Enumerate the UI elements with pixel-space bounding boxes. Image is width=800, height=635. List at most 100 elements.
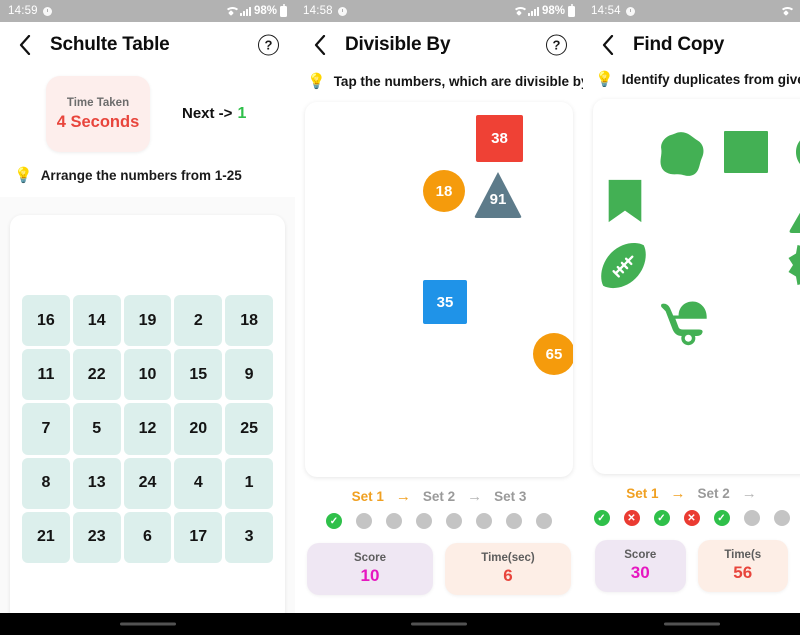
score-value: 10 (360, 566, 380, 585)
help-icon[interactable]: ? (546, 34, 567, 56)
gesture-handle[interactable] (119, 622, 176, 626)
schulte-grid: 16 14 19 2 18 11 22 10 15 9 7 5 12 20 25 8 13 24 4 1 21 23 6 17… (22, 295, 273, 563)
starburst-icon[interactable] (787, 239, 800, 289)
circle-65[interactable]: 65 (533, 333, 573, 375)
check-icon: ✓ (653, 510, 670, 526)
schulte-cell-14[interactable]: 14 (72, 295, 121, 347)
next-indicator: Next -> 1 (182, 105, 246, 123)
progress-dot (416, 513, 432, 529)
square-38[interactable]: 38 (476, 115, 523, 162)
schulte-cell-16[interactable]: 16 (22, 295, 70, 347)
set-arrow-icon: → (395, 488, 411, 505)
moon-icon[interactable] (787, 127, 800, 177)
schulte-cell-1[interactable]: 1 (225, 457, 273, 509)
next-number: 1 (237, 105, 247, 122)
schulte-cell-19[interactable]: 19 (123, 295, 172, 347)
page-title: Find Copy (633, 34, 725, 55)
progress-dots-row: ✓ (295, 513, 583, 529)
gesture-handle[interactable] (411, 622, 467, 626)
status-bar: 14:54 (583, 0, 800, 22)
wheelbarrow-icon[interactable] (657, 295, 711, 349)
battery-percent: 98% (253, 5, 277, 17)
schulte-cell-13[interactable]: 13 (72, 457, 121, 509)
time-value: 56 (733, 563, 753, 582)
schulte-cell-21[interactable]: 21 (22, 511, 70, 563)
schulte-cell-7[interactable]: 7 (22, 403, 70, 455)
schulte-cell-23[interactable]: 23 (72, 511, 121, 563)
set-label-2[interactable]: Set 2 (423, 489, 455, 504)
circle-18[interactable]: 18 (423, 170, 465, 212)
set-label-1[interactable]: Set 1 (626, 486, 658, 501)
status-clock: 14:58 (303, 5, 333, 17)
progress-dot (446, 513, 462, 529)
score-label: Score (354, 552, 386, 564)
score-label: Score (624, 549, 657, 561)
hint-row: 💡 Identify duplicates from given ic (583, 68, 800, 87)
triangle-91[interactable]: 91 (473, 170, 523, 220)
cross-icon: ✕ (683, 510, 700, 526)
battery-percent: 98% (541, 5, 565, 17)
schulte-body: Time Taken 4 Seconds Next -> 1 💡 Arrange… (0, 68, 295, 635)
stats-row: Score 30 Time(s 56 (583, 526, 800, 592)
system-navigation-bar (0, 613, 800, 635)
nav-segment (295, 613, 583, 635)
set-label-3[interactable]: Set 3 (494, 489, 526, 504)
progress-dot (386, 513, 402, 529)
app-bar: Schulte Table ? (0, 22, 295, 68)
stats-row: Score 10 Time(sec) 6 (295, 529, 583, 595)
schulte-cell-9[interactable]: 9 (225, 349, 273, 401)
back-button[interactable] (309, 34, 331, 56)
square-35[interactable]: 35 (423, 280, 467, 324)
score-card: Score 10 (307, 543, 433, 595)
schulte-cell-4[interactable]: 4 (174, 457, 223, 509)
schulte-cell-8[interactable]: 8 (22, 457, 70, 509)
schulte-cell-3[interactable]: 3 (225, 511, 273, 563)
nav-segment (0, 613, 295, 635)
set-arrow-icon: → (467, 488, 483, 505)
time-label: Time(sec) (481, 552, 535, 564)
schulte-cell-18[interactable]: 18 (225, 295, 273, 347)
time-taken-card: Time Taken 4 Seconds (46, 76, 150, 152)
back-button[interactable] (597, 34, 619, 56)
signal-icon (239, 6, 251, 16)
back-button[interactable] (14, 34, 36, 56)
help-icon[interactable]: ? (258, 34, 279, 56)
blob-icon[interactable] (655, 129, 707, 181)
gesture-handle[interactable] (663, 622, 720, 626)
schulte-cell-11[interactable]: 11 (22, 349, 70, 401)
progress-dot (506, 513, 522, 529)
schulte-cell-10[interactable]: 10 (123, 349, 172, 401)
football-icon[interactable] (598, 239, 650, 291)
schulte-cell-2[interactable]: 2 (174, 295, 223, 347)
sets-row: Set 1 → Set 2 → (583, 484, 800, 501)
hint-text: Identify duplicates from given ic (621, 72, 800, 87)
find-copy-icons-area (593, 99, 800, 474)
schulte-grid-card: 16 14 19 2 18 11 22 10 15 9 7 5 12 20 25 8 13 24 4 1 21 23 6 17… (10, 215, 285, 623)
sets-area: Set 1 → Set 2 → ✓ ✕ ✓ ✕ ✓ Score 30 Time(s 56 (583, 474, 800, 592)
schulte-cell-6[interactable]: 6 (123, 511, 172, 563)
schulte-cell-25[interactable]: 25 (225, 403, 273, 455)
progress-dots-row: ✓ ✕ ✓ ✕ ✓ (583, 510, 800, 526)
next-label: Next -> (182, 105, 233, 122)
time-taken-label: Time Taken (66, 96, 130, 109)
set-label-1[interactable]: Set 1 (352, 489, 384, 504)
status-bar: 14:59 98% (0, 0, 295, 22)
timer-row: Time Taken 4 Seconds Next -> 1 (0, 76, 295, 152)
triangle-icon[interactable] (787, 187, 800, 237)
progress-dot (773, 510, 790, 526)
wifi-icon (780, 6, 792, 16)
set-label-2[interactable]: Set 2 (698, 486, 730, 501)
phone-screen-divisible-by: 14:58 98% Divisible By ? 💡 Tap the numbe… (295, 0, 583, 635)
schulte-cell-12[interactable]: 12 (123, 403, 172, 455)
schulte-cell-22[interactable]: 22 (72, 349, 121, 401)
hint-row: 💡 Arrange the numbers from 1-25 (0, 152, 295, 183)
schulte-cell-24[interactable]: 24 (123, 457, 172, 509)
wifi-icon (513, 6, 525, 16)
progress-dot (476, 513, 492, 529)
bookmark-icon[interactable] (601, 177, 649, 225)
schulte-cell-20[interactable]: 20 (174, 403, 223, 455)
schulte-cell-15[interactable]: 15 (174, 349, 223, 401)
square-icon[interactable] (721, 127, 771, 177)
schulte-cell-5[interactable]: 5 (72, 403, 121, 455)
schulte-cell-17[interactable]: 17 (174, 511, 223, 563)
